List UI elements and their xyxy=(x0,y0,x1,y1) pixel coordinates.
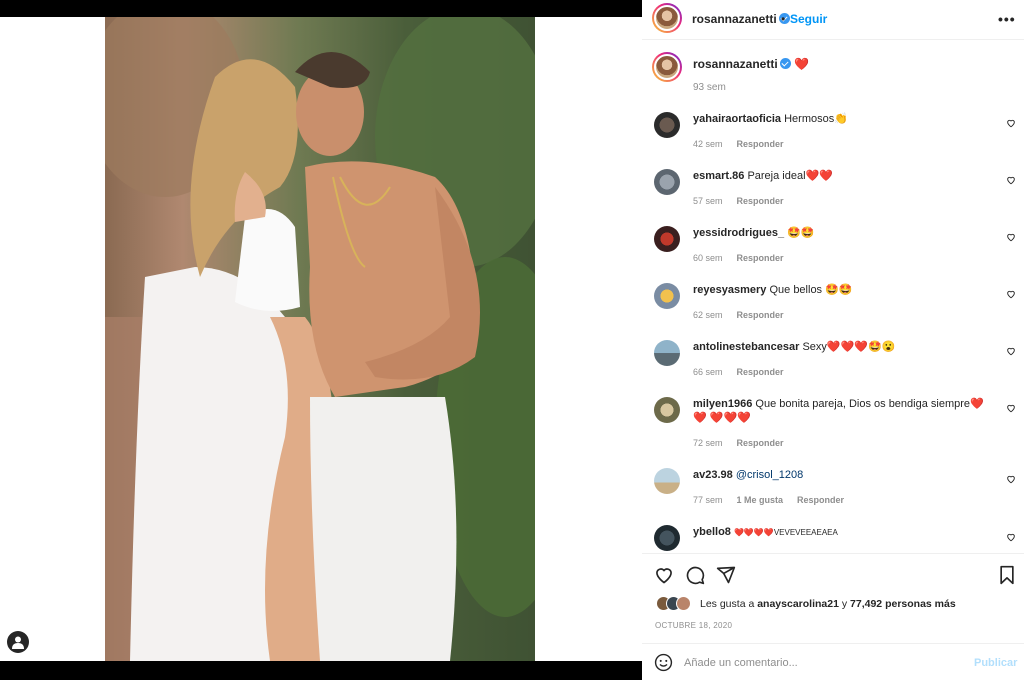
commenter-avatar[interactable] xyxy=(654,525,680,551)
comment-like-icon[interactable] xyxy=(1006,289,1016,299)
verified-icon xyxy=(779,58,791,69)
add-comment-bar: Añade un comentario... Publicar xyxy=(642,643,1024,680)
tagged-users-button[interactable] xyxy=(7,631,29,653)
comment-body: Sexy❤️❤️❤️🤩😮 xyxy=(802,341,896,353)
post-header: rosannazanetti • Seguir ••• xyxy=(642,0,1024,40)
post-date[interactable]: OCTUBRE 18, 2020 xyxy=(655,621,732,630)
comment-like-icon[interactable] xyxy=(1006,175,1016,185)
comment-text: esmart.86 Pareja ideal❤️❤️ xyxy=(693,169,993,183)
comment-text: ybello8 ❤️❤️❤️❤️VEVEVEEAEAEA xyxy=(693,525,993,540)
caption-username[interactable]: rosannazanetti ❤️ xyxy=(693,57,809,71)
publish-button[interactable]: Publicar xyxy=(974,657,1017,669)
likes-summary: Les gusta a anayscarolina21 y 77,492 per… xyxy=(656,596,1016,612)
commenter-username[interactable]: yessidrodrigues_ xyxy=(693,227,784,239)
reply-button[interactable]: Responder xyxy=(737,139,784,149)
comment-body: 🤩🤩 xyxy=(787,227,815,239)
comment-meta: 57 sem Responder xyxy=(693,196,798,206)
likes-prefix: Les gusta a xyxy=(700,598,755,610)
author-avatar[interactable] xyxy=(652,3,682,33)
likes-count[interactable]: 77,492 personas más xyxy=(850,598,956,610)
comment-time[interactable]: 77 sem xyxy=(693,495,723,505)
comment-like-icon[interactable] xyxy=(1006,232,1016,242)
commenter-username[interactable]: av23.98 xyxy=(693,469,733,481)
comment-icon[interactable] xyxy=(685,565,705,585)
author-username[interactable]: rosannazanetti xyxy=(692,12,790,26)
comment-mention[interactable]: @crisol_1208 xyxy=(736,469,803,481)
comment-body: Que bellos 🤩🤩 xyxy=(769,284,853,296)
caption-text: ❤️ xyxy=(794,57,809,71)
comment-meta: 62 sem Responder xyxy=(693,310,798,320)
comment-body: Hermosos👏 xyxy=(784,113,848,125)
comment-meta: 42 sem Responder xyxy=(693,139,798,149)
comment-time[interactable]: 66 sem xyxy=(693,367,723,377)
follow-button[interactable]: Seguir xyxy=(790,12,827,26)
comment-text: yessidrodrigues_ 🤩🤩 xyxy=(693,226,993,240)
comment-meta: 60 sem Responder xyxy=(693,253,798,263)
post-photo[interactable] xyxy=(105,17,535,661)
share-icon[interactable] xyxy=(716,565,736,585)
author-username-text[interactable]: rosannazanetti xyxy=(692,12,777,26)
comment-text: milyen1966 Que bonita pareja, Dios os be… xyxy=(693,397,988,425)
reply-button[interactable]: Responder xyxy=(737,438,784,448)
commenter-avatar[interactable] xyxy=(654,112,680,138)
comment-time[interactable]: 60 sem xyxy=(693,253,723,263)
action-bar xyxy=(642,553,1024,593)
media-panel xyxy=(0,0,642,680)
commenter-username[interactable]: reyesyasmery xyxy=(693,284,766,296)
likes-text: Les gusta a anayscarolina21 y 77,492 per… xyxy=(700,598,956,610)
comment-time[interactable]: 72 sem xyxy=(693,438,723,448)
reply-button[interactable]: Responder xyxy=(797,495,844,505)
reply-button[interactable]: Responder xyxy=(737,310,784,320)
bookmark-icon[interactable] xyxy=(998,565,1016,585)
comment-time[interactable]: 62 sem xyxy=(693,310,723,320)
caption-avatar[interactable] xyxy=(652,52,682,82)
caption-timestamp[interactable]: 93 sem xyxy=(693,82,726,93)
details-panel: rosannazanetti • Seguir ••• rosannazanet… xyxy=(642,0,1024,680)
comment-like-icon[interactable] xyxy=(1006,403,1016,413)
comment-body: Pareja ideal❤️❤️ xyxy=(747,170,833,182)
comment-like-icon[interactable] xyxy=(1006,474,1016,484)
commenter-avatar[interactable] xyxy=(654,169,680,195)
comment-text: reyesyasmery Que bellos 🤩🤩 xyxy=(693,283,993,297)
reply-button[interactable]: Responder xyxy=(737,196,784,206)
commenter-username[interactable]: esmart.86 xyxy=(693,170,744,182)
reply-button[interactable]: Responder xyxy=(737,253,784,263)
instagram-post-modal: rosannazanetti • Seguir ••• rosannazanet… xyxy=(0,0,1024,680)
commenter-avatar[interactable] xyxy=(654,397,680,423)
reply-button[interactable]: Responder xyxy=(737,367,784,377)
caption-username-text[interactable]: rosannazanetti xyxy=(693,57,778,71)
photo-illustration xyxy=(105,17,535,661)
liker-username[interactable]: anayscarolina21 xyxy=(757,598,839,610)
commenter-username[interactable]: ybello8 xyxy=(693,526,731,538)
separator-dot: • xyxy=(781,12,786,26)
comment-like-icon[interactable] xyxy=(1006,346,1016,356)
commenter-username[interactable]: antolinestebancesar xyxy=(693,341,799,353)
commenter-avatar[interactable] xyxy=(654,468,680,494)
emoji-icon[interactable] xyxy=(654,653,673,672)
comment-like-icon[interactable] xyxy=(1006,532,1016,542)
comment-meta: 66 sem Responder xyxy=(693,367,798,377)
comment-text: antolinestebancesar Sexy❤️❤️❤️🤩😮 xyxy=(693,340,993,354)
comment-text: av23.98 @crisol_1208 xyxy=(693,468,993,482)
liker-avatar[interactable] xyxy=(676,596,691,611)
comment-text: yahairaortaoficia Hermosos👏 xyxy=(693,112,993,126)
comment-time[interactable]: 57 sem xyxy=(693,196,723,206)
comment-time[interactable]: 42 sem xyxy=(693,139,723,149)
comment-likes-count[interactable]: 1 Me gusta xyxy=(737,495,784,505)
commenter-avatar[interactable] xyxy=(654,283,680,309)
commenter-avatar[interactable] xyxy=(654,226,680,252)
comment-body: ❤️❤️❤️❤️VEVEVEEAEAEA xyxy=(733,528,838,537)
user-icon xyxy=(12,636,24,649)
comment-like-icon[interactable] xyxy=(1006,118,1016,128)
comment-input[interactable]: Añade un comentario... xyxy=(684,657,798,669)
commenter-username[interactable]: milyen1966 xyxy=(693,398,752,410)
likes-connector: y xyxy=(841,598,848,610)
commenter-username[interactable]: yahairaortaoficia xyxy=(693,113,781,125)
comment-meta: 72 sem Responder xyxy=(693,438,798,448)
heart-icon[interactable] xyxy=(654,565,674,585)
commenter-avatar[interactable] xyxy=(654,340,680,366)
more-options-icon[interactable]: ••• xyxy=(998,11,1016,27)
comment-meta: 77 sem 1 Me gusta Responder xyxy=(693,495,858,505)
